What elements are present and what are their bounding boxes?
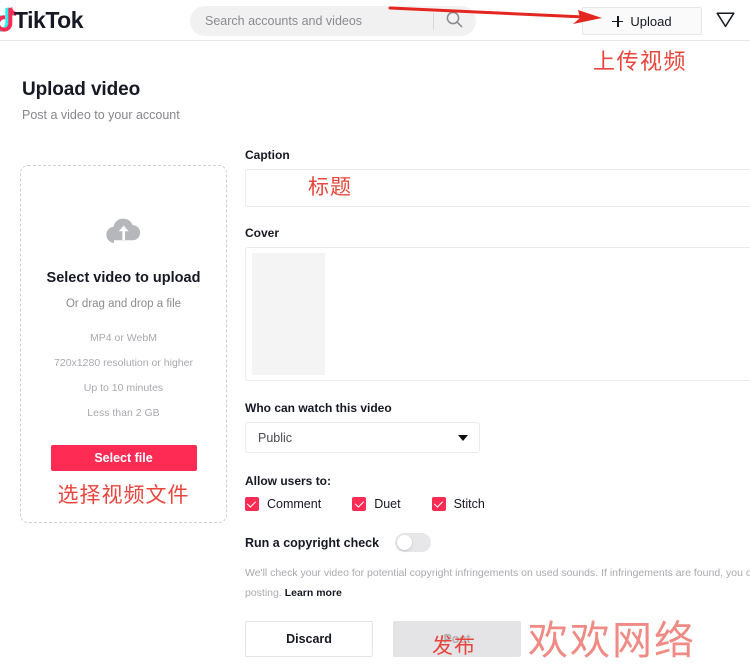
checkmark-icon [431,497,446,511]
privacy-label: Who can watch this video [245,401,392,415]
dropzone-title: Select video to upload [46,270,201,286]
checkbox-duet-label: Duet [374,497,401,511]
search-input[interactable] [190,6,433,36]
checkmark-icon [245,497,259,511]
dropzone-spec: 720x1280 resolution or higher [54,357,193,369]
search-icon [446,11,463,31]
caption-label: Caption [245,148,290,162]
checkbox-duet[interactable]: Duet [352,497,401,511]
annotation-select-file: 选择视频文件 [57,483,190,507]
dropzone-subtitle: Or drag and drop a file [65,298,182,310]
upload-button[interactable]: Upload [582,7,702,35]
annotation-caption: 标题 [308,175,352,199]
checkmark-icon [352,497,367,511]
post-button: Post [393,621,521,657]
cover-selector[interactable] [245,247,750,381]
search-bar[interactable] [190,6,476,36]
cover-thumbnail[interactable] [252,253,325,375]
page-subtitle: Post a video to your account [22,108,180,122]
copyright-check-row: Run a copyright check [245,533,750,552]
dropzone-specs: MP4 or WebM 720x1280 resolution or highe… [54,332,193,419]
form-actions: Discard Post [245,621,750,657]
checkbox-comment[interactable]: Comment [245,497,321,511]
checkbox-stitch[interactable]: Stitch [431,497,485,511]
checkbox-stitch-label: Stitch [453,497,485,511]
cloud-upload-icon [103,215,145,252]
send-paper-plane-icon [715,9,736,33]
upload-button-label: Upload [630,13,672,29]
checkbox-comment-label: Comment [267,497,322,511]
video-dropzone[interactable]: Select video to upload Or drag and drop … [20,165,227,523]
upload-form: Caption 标题 Cover Who can watch this vide… [245,148,750,657]
tiktok-wordmark: TikTok [13,7,85,33]
dropzone-spec: Up to 10 minutes [83,382,164,394]
app-header: TikTok Upload [0,0,750,41]
annotation-upload-video: 上传视频 [593,50,688,75]
select-file-button[interactable]: Select file [50,445,197,471]
copyright-description-text: We'll check your video for potential cop… [245,567,750,579]
plus-icon [612,15,624,27]
privacy-selected-value: Public [258,430,293,445]
page-heading: Upload video Post a video to your accoun… [22,78,180,123]
caption-input[interactable]: 标题 [245,169,750,207]
privacy-select[interactable]: Public [245,422,480,453]
learn-more-link[interactable]: Learn more [285,587,342,599]
copyright-check-label: Run a copyright check [245,535,380,550]
dropzone-spec: MP4 or WebM [90,332,157,344]
allow-users-options: Comment Duet Stitch [245,497,750,511]
copyright-description-text-line2: posting. [245,587,282,599]
copyright-check-toggle[interactable] [395,533,432,552]
allow-users-label: Allow users to: [245,474,332,488]
tiktok-logo[interactable]: TikTok [0,6,85,34]
search-button[interactable] [434,6,476,36]
discard-button[interactable]: Discard [245,621,373,657]
chevron-down-icon [458,434,468,441]
messages-button[interactable] [712,8,738,34]
dropzone-spec: Less than 2 GB [87,407,160,419]
page-title: Upload video [22,79,141,100]
copyright-description: We'll check your video for potential cop… [245,563,750,603]
cover-label: Cover [245,226,280,240]
